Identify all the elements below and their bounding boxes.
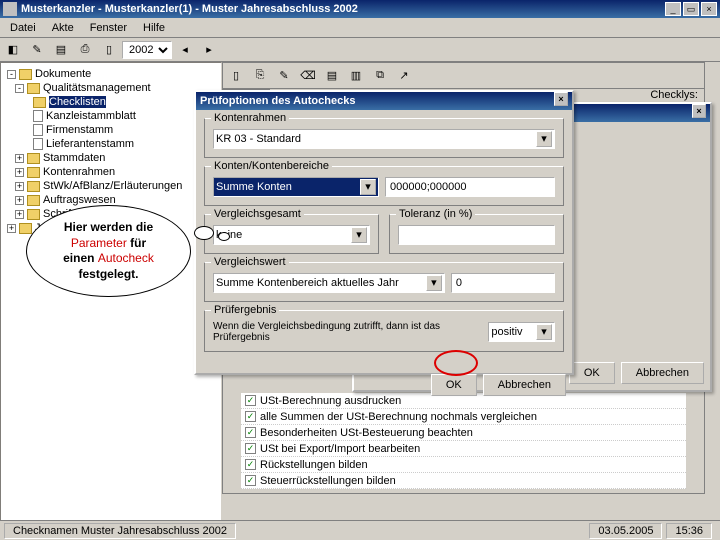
year-select[interactable]: 2002 [122,41,172,59]
check-row[interactable]: ✓USt bei Export/Import bearbeiten [241,441,686,457]
window-title: Musterkanzler - Musterkanzler(1) - Muste… [21,0,663,18]
tree-item[interactable]: Firmenstamm [3,123,219,137]
dialog-titlebar: Prüfoptionen des Autochecks × [196,92,572,110]
group-vergleichswert-label: Vergleichswert [211,256,289,268]
tree-item[interactable]: Kanzleistammblatt [3,109,219,123]
panel-btn[interactable]: ⌫ [297,66,319,86]
check-row[interactable]: ✓Rückstellungen bilden [241,457,686,473]
kontenrahmen-combo[interactable]: KR 03 - Standard▾ [213,129,555,149]
print-icon[interactable]: ⎙ [74,40,96,60]
vergleichswert-num-input[interactable]: 0 [451,273,555,293]
menu-akte[interactable]: Akte [44,20,82,36]
toleranz-input[interactable] [398,225,555,245]
toleranz-label: Toleranz (in %) [396,208,475,220]
content-area: ▯ ⎘ ✎ ⌫ ▤ ▥ ⧉ ↗ 1 2 3 Check Checklys: ✓O… [222,62,720,522]
check-row[interactable]: ✓alle Summen der USt-Berechnung nochmals… [241,409,686,425]
back-cancel-button[interactable]: Abbrechen [621,362,704,384]
tree-item[interactable]: Lieferantenstamm [3,137,219,151]
app-icon [3,2,17,16]
panel-btn[interactable]: ▤ [321,66,343,86]
check-row[interactable]: ✓Steuerrückstellungen bilden [241,473,686,489]
close-button[interactable]: × [701,2,717,16]
toolbar-btn-2[interactable]: ✎ [26,40,48,60]
tree-root[interactable]: -Dokumente [3,67,219,81]
close-icon[interactable]: × [692,104,706,118]
panel-btn[interactable]: ✎ [273,66,295,86]
menu-datei[interactable]: Datei [2,20,44,36]
panel-btn[interactable]: ↗ [393,66,415,86]
konten-combo[interactable]: Summe Konten▾ [213,177,379,197]
group-vergleich-label: Vergleichsgesamt [211,208,304,220]
tree-item[interactable]: -Qualitätsmanagement [3,81,219,95]
dialog-title: Prüfoptionen des Autochecks [200,92,554,110]
toolbar-btn-6[interactable]: ◂ [174,40,196,60]
toolbar-btn-7[interactable]: ▸ [198,40,220,60]
panel-btn[interactable]: ▥ [345,66,367,86]
group-konten-label: Konten/Kontenbereiche [211,160,332,172]
lower-checklist: ✓USt-Berechnung ausdrucken ✓alle Summen … [241,393,686,489]
ok-button[interactable]: OK [431,374,477,396]
maximize-button[interactable]: ▭ [683,2,699,16]
ergebnis-combo[interactable]: positiv▾ [488,322,555,342]
toolbar-btn-1[interactable]: ◧ [2,40,24,60]
menu-hilfe[interactable]: Hilfe [135,20,173,36]
menubar: Datei Akte Fenster Hilfe [0,18,720,38]
group-kontenrahmen-label: Kontenrahmen [211,112,289,124]
ergebnis-text: Wenn die Vergleichsbedingung zutrifft, d… [213,321,484,343]
status-time: 15:36 [666,523,712,539]
status-left: Checknamen Muster Jahresabschluss 2002 [4,523,236,539]
statusbar: Checknamen Muster Jahresabschluss 2002 0… [0,520,720,540]
tree-item[interactable]: Checklisten [3,95,219,109]
konten-range-input[interactable]: 000000;000000 [385,177,555,197]
back-ok-button[interactable]: OK [569,362,615,384]
tree-item[interactable]: +Stammdaten [3,151,219,165]
autocheck-dialog: Prüfoptionen des Autochecks × Kontenrahm… [194,90,574,375]
vergleich-combo[interactable]: keine▾ [213,225,370,245]
tree-item[interactable]: +Kontenrahmen [3,165,219,179]
panel-btn[interactable]: ⎘ [249,66,271,86]
main-titlebar: Musterkanzler - Musterkanzler(1) - Muste… [0,0,720,18]
toolbar-btn-3[interactable]: ▤ [50,40,72,60]
cancel-button[interactable]: Abbrechen [483,374,566,396]
main-toolbar: ◧ ✎ ▤ ⎙ ▯ 2002 ◂ ▸ [0,38,720,62]
group-ergebnis-label: Prüfergebnis [211,304,279,316]
panel-toolbar: ▯ ⎘ ✎ ⌫ ▤ ▥ ⧉ ↗ [223,63,704,89]
highlight-circle [434,350,478,376]
status-date: 03.05.2005 [589,523,662,539]
close-icon[interactable]: × [554,92,568,106]
minimize-button[interactable]: _ [665,2,681,16]
check-row[interactable]: ✓Besonderheiten USt-Besteuerung beachten [241,425,686,441]
menu-fenster[interactable]: Fenster [82,20,135,36]
panel-btn[interactable]: ⧉ [369,66,391,86]
vergleichswert-combo[interactable]: Summe Kontenbereich aktuelles Jahr▾ [213,273,445,293]
toolbar-btn-5[interactable]: ▯ [98,40,120,60]
panel-btn[interactable]: ▯ [225,66,247,86]
callout-cloud: Hier werden die Parameter für einen Auto… [26,205,191,297]
tree-item[interactable]: +StWk/AfBlanz/Erläuterungen [3,179,219,193]
